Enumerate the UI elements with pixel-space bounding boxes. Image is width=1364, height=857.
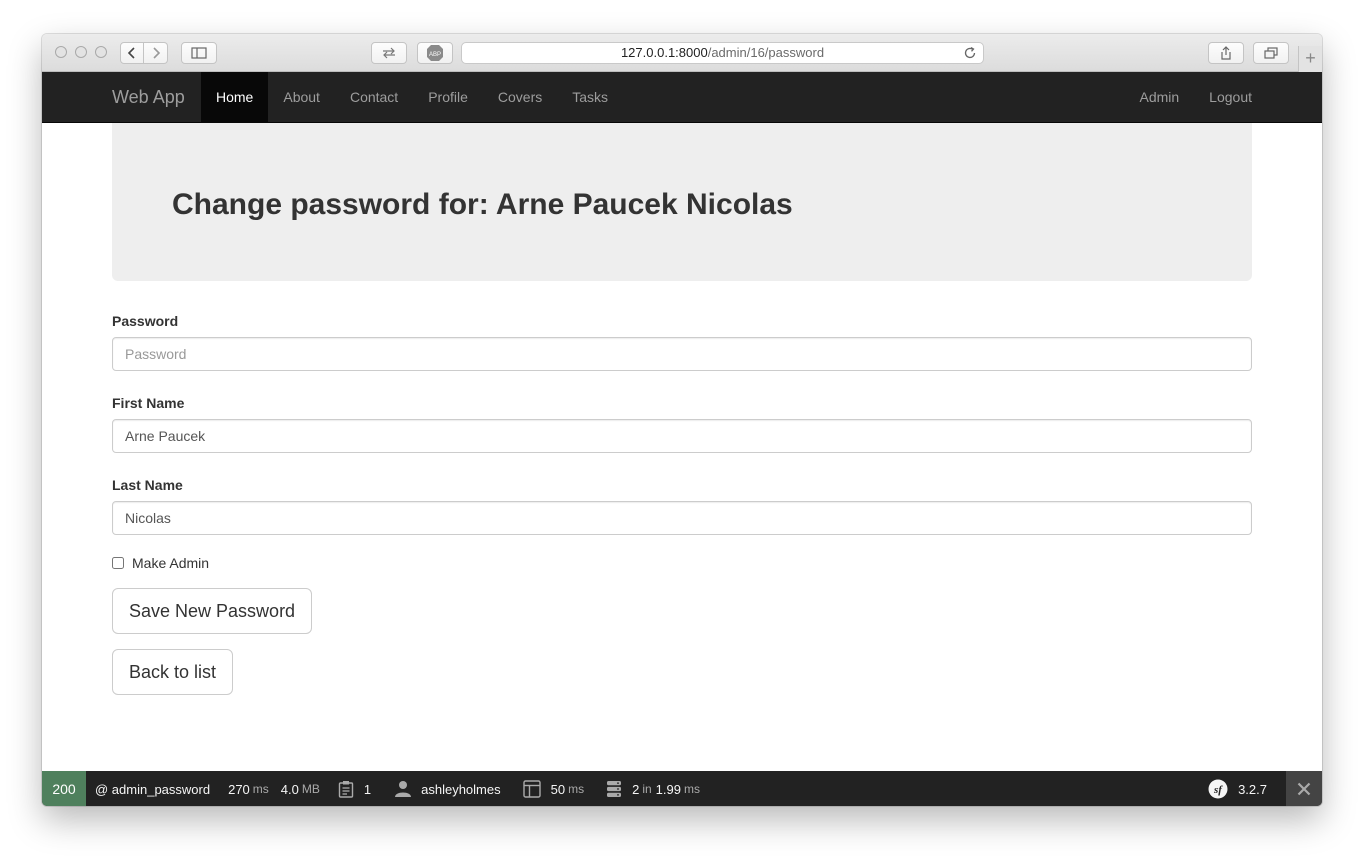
- clipboard-icon: [338, 781, 354, 798]
- last-name-input[interactable]: [112, 501, 1252, 535]
- nav-link-tasks[interactable]: Tasks: [557, 72, 623, 122]
- reload-icon[interactable]: [963, 46, 977, 60]
- nav-link-admin[interactable]: Admin: [1124, 72, 1194, 122]
- sidebar-toggle-button[interactable]: [181, 42, 217, 64]
- time-value: 270: [228, 781, 250, 797]
- route-name: @ admin_password: [95, 781, 211, 797]
- symfony-logo-icon: sf: [1208, 779, 1228, 799]
- database-icon: [607, 781, 622, 797]
- render-item[interactable]: 50 ms: [514, 771, 593, 806]
- make-admin-checkbox[interactable]: [112, 557, 124, 569]
- hide-toolbar-button[interactable]: [1286, 771, 1322, 806]
- nav-link-profile[interactable]: Profile: [413, 72, 483, 122]
- first-name-label: First Name: [112, 395, 185, 411]
- status-code-badge[interactable]: 200: [42, 771, 86, 806]
- make-admin-row: Make Admin: [112, 553, 1252, 573]
- route-item[interactable]: @ admin_password: [86, 771, 219, 806]
- nav-link-about[interactable]: About: [268, 72, 335, 122]
- navbar: Web App Home About Contact Profile Cover…: [42, 72, 1322, 123]
- time-unit: ms: [252, 782, 269, 796]
- adblock-label: ABP: [429, 52, 441, 58]
- password-input[interactable]: [112, 337, 1252, 371]
- forms-count: 1: [363, 781, 372, 797]
- nav-link-home[interactable]: Home: [201, 72, 269, 122]
- db-time-unit: ms: [683, 782, 700, 796]
- symfony-version-item[interactable]: sf 3.2.7: [1199, 771, 1276, 806]
- symfony-version: 3.2.7: [1238, 781, 1267, 797]
- render-value: 50: [550, 781, 566, 797]
- navbar-links: Home About Contact Profile Covers Tasks: [201, 72, 623, 122]
- save-new-password-button[interactable]: Save New Password: [112, 588, 313, 634]
- adblock-icon: ABP: [427, 45, 443, 61]
- change-password-form: Password First Name Last Name Make Admin…: [112, 313, 1252, 695]
- forms-item[interactable]: 1: [329, 771, 380, 806]
- memory-unit: MB: [301, 782, 320, 796]
- back-button-row: Back to list: [112, 649, 1252, 695]
- jumbotron: Change password for: Arne Paucek Nicolas: [112, 123, 1252, 281]
- arrows-swap-icon: [383, 47, 395, 59]
- layout-icon: [522, 780, 541, 798]
- memory-value: 4.0: [280, 781, 299, 797]
- nav-link-contact[interactable]: Contact: [335, 72, 413, 122]
- new-tab-button[interactable]: +: [1298, 46, 1322, 72]
- symfony-logo-text: sf: [1213, 784, 1223, 796]
- user-name: ashleyholmes: [421, 781, 501, 797]
- make-admin-label: Make Admin: [132, 555, 210, 571]
- password-label: Password: [112, 313, 179, 329]
- time-item[interactable]: 270 ms 4.0 MB: [219, 771, 329, 806]
- db-in-label: in: [642, 782, 652, 796]
- share-button[interactable]: [1208, 42, 1244, 64]
- tab-overview-button[interactable]: [1253, 42, 1289, 64]
- nav-link-covers[interactable]: Covers: [483, 72, 557, 122]
- tabs-icon: [1264, 47, 1278, 59]
- back-nav-button[interactable]: [120, 42, 144, 64]
- url-host: 127.0.0.1:8000: [620, 45, 708, 60]
- chevron-right-icon: [152, 47, 160, 59]
- browser-window: ABP 127.0.0.1:8000/admin/16/password + W…: [42, 34, 1322, 806]
- navbar-right-links: Admin Logout: [1124, 72, 1267, 122]
- chevron-left-icon: [127, 47, 135, 59]
- switch-tabs-button[interactable]: [371, 42, 407, 64]
- back-to-list-button[interactable]: Back to list: [112, 649, 234, 695]
- navbar-brand[interactable]: Web App: [112, 72, 185, 122]
- user-icon: [395, 781, 412, 797]
- first-name-input[interactable]: [112, 419, 1252, 453]
- user-item[interactable]: ashleyholmes: [386, 771, 510, 806]
- last-name-label: Last Name: [112, 477, 183, 493]
- save-button-row: Save New Password: [112, 588, 1252, 634]
- sidebar-icon: [191, 47, 207, 59]
- adblock-button[interactable]: ABP: [417, 42, 453, 64]
- nav-link-logout[interactable]: Logout: [1194, 72, 1267, 122]
- db-query-count: 2: [632, 781, 640, 797]
- minimize-window-button[interactable]: [75, 46, 87, 58]
- close-window-button[interactable]: [55, 46, 67, 58]
- db-time-value: 1.99: [655, 781, 681, 797]
- plus-icon: +: [1305, 48, 1316, 68]
- browser-titlebar: ABP 127.0.0.1:8000/admin/16/password +: [42, 34, 1322, 72]
- toolbar-right: sf 3.2.7: [1199, 771, 1322, 806]
- symfony-debug-toolbar: 200 @ admin_password 270 ms 4.0 MB 1 ashle…: [42, 771, 1322, 806]
- close-icon: [1297, 782, 1311, 796]
- zoom-window-button[interactable]: [95, 46, 107, 58]
- share-icon: [1221, 46, 1231, 60]
- page-title: Change password for: Arne Paucek Nicolas: [172, 188, 793, 221]
- url-path: /admin/16/password: [707, 45, 825, 60]
- forward-nav-button[interactable]: [144, 42, 168, 64]
- database-item[interactable]: 2 in 1.99 ms: [597, 771, 709, 806]
- address-bar[interactable]: 127.0.0.1:8000/admin/16/password: [461, 42, 984, 64]
- render-unit: ms: [568, 782, 585, 796]
